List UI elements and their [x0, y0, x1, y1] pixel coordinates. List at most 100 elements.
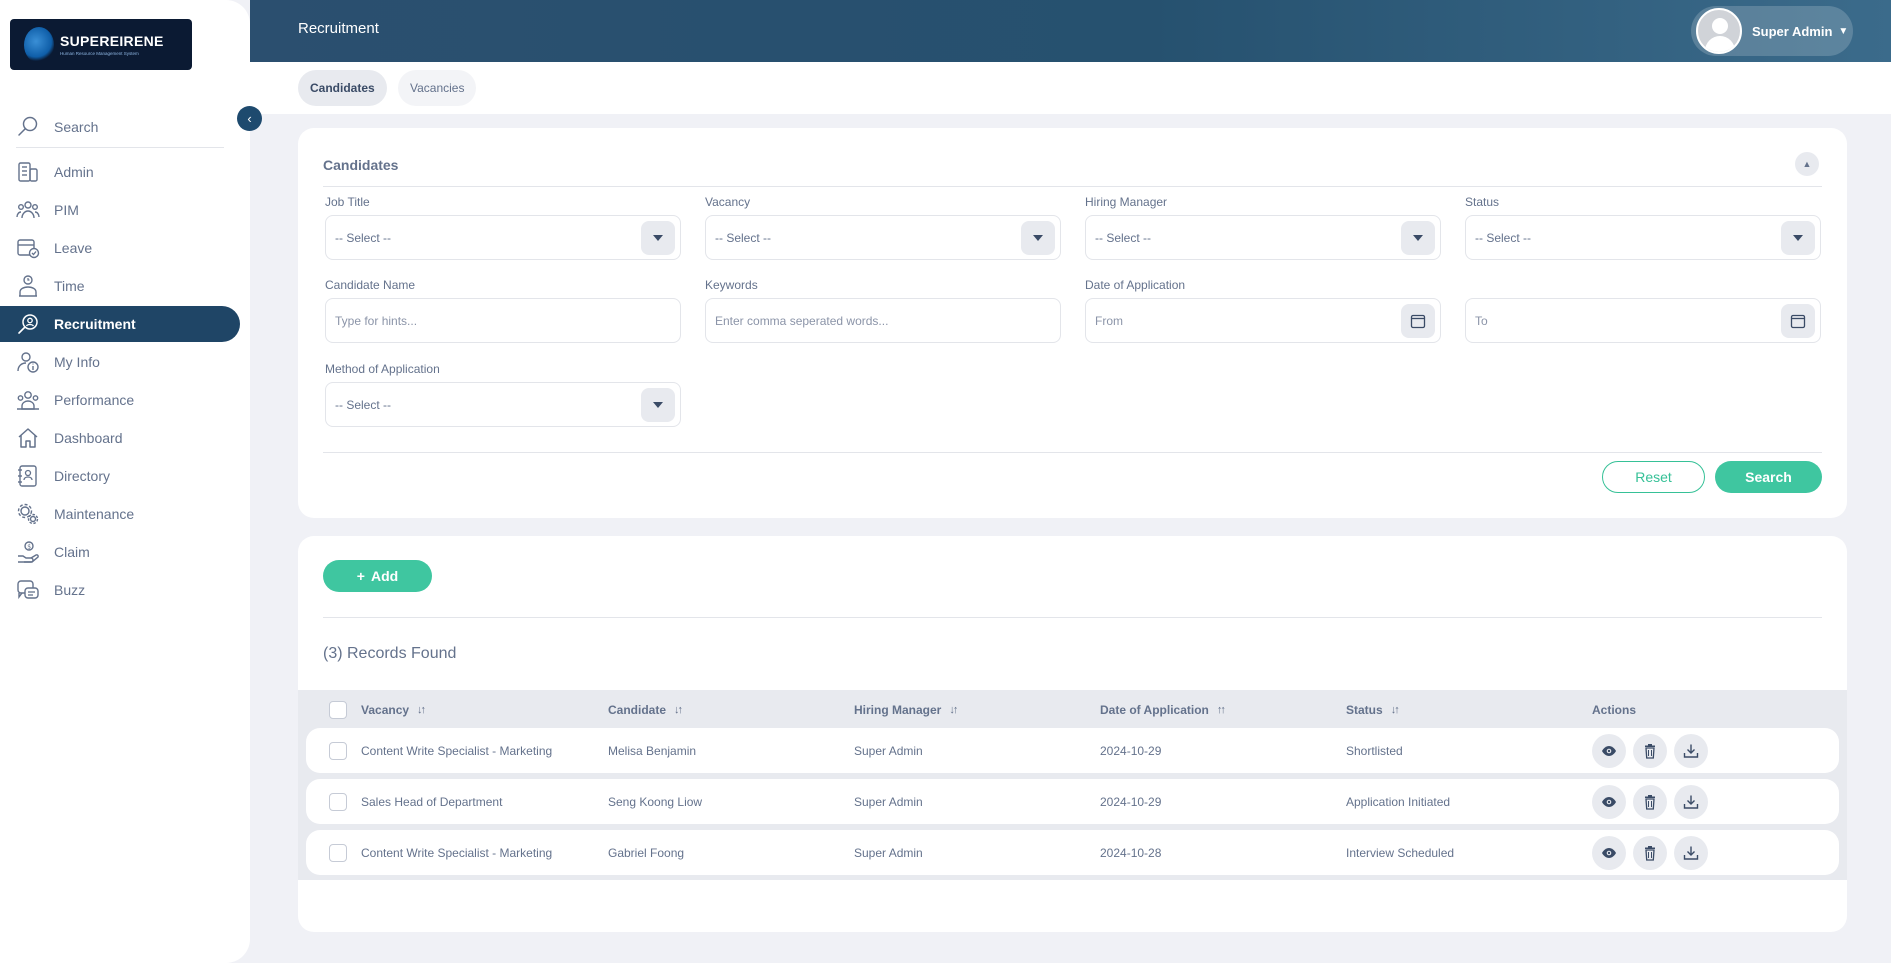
col-vacancy[interactable]: Vacancy ↓↑ [361, 703, 426, 717]
calendar-icon[interactable] [1781, 303, 1815, 338]
row-checkbox[interactable] [329, 793, 347, 811]
keywords-label: Keywords [705, 278, 758, 292]
calendar-icon[interactable] [1401, 303, 1435, 338]
records-found-count: (3) Records Found [323, 645, 457, 662]
sidebar-item-dashboard[interactable]: Dashboard [0, 420, 240, 456]
table-row[interactable]: Sales Head of Department Seng Koong Liow… [306, 779, 1839, 824]
download-icon[interactable] [1674, 836, 1708, 870]
date-from-input[interactable]: From [1085, 298, 1441, 343]
date-from-placeholder: From [1095, 313, 1123, 328]
brand-logo[interactable]: SUPEREIRENE Human Resource Management Sy… [10, 19, 192, 70]
maintenance-icon [17, 503, 39, 525]
view-icon[interactable] [1592, 785, 1626, 819]
cell-date: 2024-10-29 [1100, 795, 1162, 809]
dropdown-arrow-icon [1401, 220, 1435, 255]
date-from-field: Date of Application From [1085, 278, 1441, 343]
hiring-manager-value: -- Select -- [1095, 230, 1152, 245]
view-icon[interactable] [1592, 734, 1626, 768]
job-title-label: Job Title [325, 195, 370, 209]
keywords-placeholder: Enter comma seperated words... [715, 313, 889, 328]
tab-candidates[interactable]: Candidates [298, 70, 387, 106]
collapse-filter-button[interactable]: ▲ [1795, 152, 1819, 176]
candidate-name-input[interactable]: Type for hints... [325, 298, 681, 343]
table-header: Vacancy ↓↑ Candidate ↓↑ Hiring Manager ↓↑ D… [298, 690, 1847, 728]
sidebar: SUPEREIRENE Human Resource Management Sy… [0, 0, 250, 963]
hiring-manager-field: Hiring Manager -- Select -- [1085, 195, 1441, 260]
sub-tabs: Candidates Vacancies [250, 62, 1891, 114]
keywords-field: Keywords Enter comma seperated words... [705, 278, 1061, 343]
sidebar-collapse-button[interactable]: ‹ [237, 106, 262, 131]
plus-icon: + [356, 568, 365, 584]
view-icon[interactable] [1592, 836, 1626, 870]
sort-icon[interactable]: ↑↑ [1217, 704, 1226, 716]
download-icon[interactable] [1674, 785, 1708, 819]
table-row[interactable]: Content Write Specialist - Marketing Mel… [306, 728, 1839, 773]
sidebar-item-maintenance[interactable]: Maintenance [0, 496, 240, 532]
sidebar-item-recruitment[interactable]: Recruitment [0, 306, 240, 342]
hiring-manager-select[interactable]: -- Select -- [1085, 215, 1441, 260]
delete-icon[interactable] [1633, 785, 1667, 819]
add-button[interactable]: + Add [323, 560, 432, 592]
sidebar-item-label: Leave [54, 240, 93, 256]
user-menu[interactable]: Super Admin ▼ [1691, 6, 1853, 56]
chevron-left-icon: ‹ [247, 111, 252, 126]
col-hiring-manager[interactable]: Hiring Manager ↓↑ [854, 703, 958, 717]
delete-icon[interactable] [1633, 734, 1667, 768]
method-select[interactable]: -- Select -- [325, 382, 681, 427]
sidebar-item-admin[interactable]: Admin [0, 154, 240, 190]
recruitment-icon [18, 314, 38, 334]
method-value: -- Select -- [335, 397, 392, 412]
vacancy-field: Vacancy -- Select -- [705, 195, 1061, 260]
sort-icon[interactable]: ↓↑ [949, 704, 958, 716]
date-of-application-label: Date of Application [1085, 278, 1186, 292]
job-title-value: -- Select -- [335, 230, 392, 245]
add-button-label: Add [370, 568, 399, 584]
caret-down-icon: ▼ [1838, 25, 1849, 37]
main-nav: Admin PIM Leave Time Recruitment My Info… [0, 154, 240, 610]
sidebar-item-performance[interactable]: Performance [0, 382, 240, 418]
brand-subtitle: Human Resource Management System [60, 51, 139, 56]
cell-date: 2024-10-28 [1100, 846, 1162, 860]
cell-hiring-manager: Super Admin [854, 846, 923, 860]
reset-button[interactable]: Reset [1602, 461, 1705, 493]
sidebar-item-pim[interactable]: PIM [0, 192, 240, 228]
download-icon[interactable] [1674, 734, 1708, 768]
sidebar-item-time[interactable]: Time [0, 268, 240, 304]
vacancy-select[interactable]: -- Select -- [705, 215, 1061, 260]
col-candidate[interactable]: Candidate ↓↑ [608, 703, 683, 717]
sidebar-item-leave[interactable]: Leave [0, 230, 240, 266]
sidebar-item-buzz[interactable]: Buzz [0, 572, 240, 608]
sort-icon[interactable]: ↓↑ [1391, 704, 1400, 716]
delete-icon[interactable] [1633, 836, 1667, 870]
keywords-input[interactable]: Enter comma seperated words... [705, 298, 1061, 343]
status-value: -- Select -- [1475, 230, 1532, 245]
records-panel: + Add (3) Records Found Vacancy ↓↑ Candid… [298, 536, 1847, 932]
status-field: Status -- Select -- [1465, 195, 1821, 260]
dropdown-arrow-icon [641, 220, 675, 255]
row-checkbox[interactable] [329, 742, 347, 760]
sort-icon[interactable]: ↓↑ [417, 704, 426, 716]
search-button[interactable]: Search [1715, 461, 1822, 493]
sidebar-item-directory[interactable]: Directory [0, 458, 240, 494]
cell-status: Application Initiated [1346, 795, 1451, 809]
sidebar-item-myinfo[interactable]: My Info [0, 344, 240, 380]
date-to-input[interactable]: To [1465, 298, 1821, 343]
date-to-placeholder: To [1475, 313, 1488, 328]
col-status[interactable]: Status ↓↑ [1346, 703, 1400, 717]
cell-vacancy: Content Write Specialist - Marketing [361, 744, 553, 758]
col-date-of-application[interactable]: Date of Application ↑↑ [1100, 703, 1226, 717]
status-select[interactable]: -- Select -- [1465, 215, 1821, 260]
candidate-name-field: Candidate Name Type for hints... [325, 278, 681, 343]
sidebar-item-claim[interactable]: $ Claim [0, 534, 240, 570]
sidebar-search[interactable]: Search [16, 106, 224, 148]
select-all-checkbox[interactable] [329, 701, 347, 719]
tab-vacancies[interactable]: Vacancies [398, 70, 477, 106]
sidebar-item-label: Recruitment [54, 316, 136, 332]
row-checkbox[interactable] [329, 844, 347, 862]
cell-date: 2024-10-29 [1100, 744, 1162, 758]
sort-icon[interactable]: ↓↑ [674, 704, 683, 716]
sidebar-item-label: Performance [54, 392, 135, 408]
table-row[interactable]: Content Write Specialist - Marketing Gab… [306, 830, 1839, 875]
job-title-select[interactable]: -- Select -- [325, 215, 681, 260]
sidebar-item-label: Maintenance [54, 506, 135, 522]
